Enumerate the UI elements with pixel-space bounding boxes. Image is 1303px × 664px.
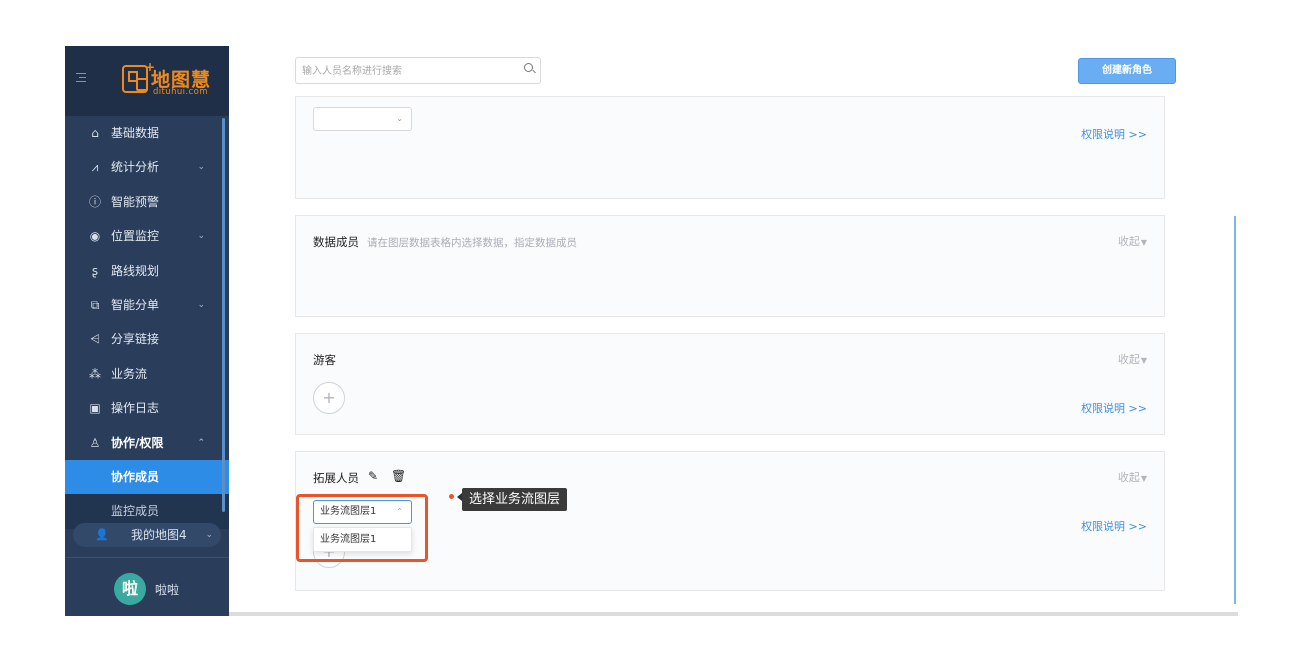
user-icon: ♙: [89, 435, 101, 450]
user-group-icon: 👤: [95, 528, 109, 541]
sidebar-item-location-monitor[interactable]: ◉ 位置监控 ⌄: [65, 219, 229, 253]
collapse-label: 收起: [1117, 235, 1140, 248]
chart-line-icon: ⩘: [91, 160, 99, 175]
caret-down-icon: ▼: [1140, 474, 1147, 483]
sidebar-item-label: 基础数据: [111, 126, 160, 140]
search-icon[interactable]: [524, 63, 533, 72]
sidebar-header: + 地图慧 dituhui.com: [65, 46, 229, 116]
edit-icon[interactable]: ✎: [368, 469, 378, 483]
collapse-toggle[interactable]: 收起▼: [1118, 233, 1147, 249]
sidebar-item-smart-alert[interactable]: ⓘ 智能预警: [65, 185, 229, 219]
sidebar-item-statistics[interactable]: ⩘ 统计分析 ⌄: [65, 150, 229, 184]
caret-down-icon: ▼: [1140, 356, 1147, 365]
permission-link[interactable]: 权限说明 >>: [1081, 518, 1147, 534]
annotation-highlight-box: [296, 494, 428, 562]
share-icon: ⩤: [90, 332, 100, 347]
sidebar-item-label: 统计分析: [111, 160, 160, 175]
chevron-down-icon: ⌄: [197, 162, 205, 173]
sidebar-item-workflow[interactable]: ⁂ 业务流: [65, 357, 229, 391]
home-icon: ⌂: [91, 126, 99, 140]
sidebar-item-collaboration[interactable]: ♙ 协作/权限 ⌃: [65, 426, 229, 460]
annotation-label: 选择业务流图层: [462, 488, 568, 511]
collapse-toggle[interactable]: 收起▼: [1118, 469, 1147, 485]
sidebar-item-smart-dispatch[interactable]: ⧉ 智能分单 ⌄: [65, 288, 229, 322]
card-title: 拓展人员: [313, 471, 359, 485]
sidebar-item-share-link[interactable]: ⩤ 分享链接: [65, 322, 229, 356]
chevron-down-icon: ⌄: [197, 299, 205, 310]
copy-icon: ⧉: [90, 297, 100, 312]
permission-link[interactable]: 权限说明 >>: [1081, 400, 1147, 416]
sidebar-scrollbar[interactable]: [222, 118, 225, 512]
chevron-up-icon: ⌃: [197, 437, 205, 448]
avatar[interactable]: 啦: [114, 573, 146, 605]
sidebar-menu: ⌂ 基础数据 ⩘ 统计分析 ⌄ ⓘ 智能预警 ◉ 位置监控 ⌄ ʂ 路线规划 ⧉…: [65, 116, 229, 529]
location-pin-icon: ◉: [89, 229, 101, 244]
search-box: [295, 57, 541, 84]
logo-subtext: dituhui.com: [153, 87, 208, 97]
sidebar-divider: [65, 557, 229, 558]
sidebar-subitem-collab-members[interactable]: 协作成员: [65, 459, 229, 495]
sidebar-item-label: 操作日志: [111, 401, 160, 416]
sidebar-item-basic-data[interactable]: ⌂ 基础数据: [65, 116, 229, 150]
collapse-label: 收起: [1117, 353, 1140, 366]
caret-down-icon: ▼: [1140, 238, 1147, 247]
chevron-down-icon: ⌄: [396, 114, 403, 123]
add-member-button[interactable]: +: [313, 382, 345, 414]
sidebar-item-label: 协作/权限: [111, 435, 164, 450]
trash-icon[interactable]: 🗑: [391, 469, 406, 483]
sidebar-item-label: 路线规划: [111, 263, 160, 278]
collapse-label: 收起: [1117, 471, 1140, 484]
card-title: 游客: [313, 353, 336, 367]
calendar-icon: ▣: [89, 401, 101, 416]
card-title: 数据成员 请在图层数据表格内选择数据，指定数据成员: [313, 234, 577, 250]
create-role-button[interactable]: 创建新角色: [1078, 58, 1176, 84]
sidebar-item-label: 位置监控: [111, 229, 160, 244]
search-input[interactable]: [302, 63, 512, 79]
role-select[interactable]: ⌄: [313, 107, 412, 131]
role-card-top: ⌄ 权限说明 >>: [295, 96, 1165, 199]
route-icon: ʂ: [91, 263, 99, 278]
app-window: + 地图慧 dituhui.com ⌂ 基础数据 ⩘ 统计分析 ⌄ ⓘ 智能预警…: [65, 46, 1238, 616]
permission-link[interactable]: 权限说明 >>: [1081, 126, 1147, 142]
main-scrollbar[interactable]: [1234, 216, 1236, 604]
sidebar-item-label: 智能分单: [111, 297, 160, 312]
data-members-card: 数据成员 请在图层数据表格内选择数据，指定数据成员 收起▼: [295, 215, 1165, 317]
sidebar-item-label: 智能预警: [111, 194, 160, 209]
card-title-text: 数据成员: [313, 235, 359, 249]
chevron-down-icon: ⌄: [205, 530, 213, 540]
sidebar-item-route-planning[interactable]: ʂ 路线规划: [65, 254, 229, 288]
bottom-scroll-shadow: [229, 612, 1238, 616]
main-content: 创建新角色 ⌄ 权限说明 >> 数据成员请在图层数据表格内选择数据，指定数据成员…: [229, 46, 1238, 616]
sidebar-item-operation-log[interactable]: ▣ 操作日志: [65, 391, 229, 425]
card-description: 请在图层数据表格内选择数据，指定数据成员: [367, 237, 577, 249]
workflow-icon: ⁂: [89, 366, 101, 381]
my-map-label: 我的地图4: [131, 528, 187, 542]
menu-toggle-icon[interactable]: [76, 73, 86, 85]
sidebar: + 地图慧 dituhui.com ⌂ 基础数据 ⩘ 统计分析 ⌄ ⓘ 智能预警…: [65, 46, 229, 616]
info-icon: ⓘ: [88, 194, 101, 209]
annotation-dot: [449, 494, 454, 499]
user-name[interactable]: 啦啦: [155, 581, 179, 598]
sidebar-item-label: 业务流: [111, 366, 148, 381]
guest-card: 游客 收起▼ + 权限说明 >>: [295, 333, 1165, 435]
chevron-down-icon: ⌄: [197, 231, 205, 242]
collapse-toggle[interactable]: 收起▼: [1118, 351, 1147, 367]
my-map-selector[interactable]: 👤 我的地图4 ⌄: [73, 523, 221, 547]
sidebar-item-label: 分享链接: [111, 332, 160, 347]
